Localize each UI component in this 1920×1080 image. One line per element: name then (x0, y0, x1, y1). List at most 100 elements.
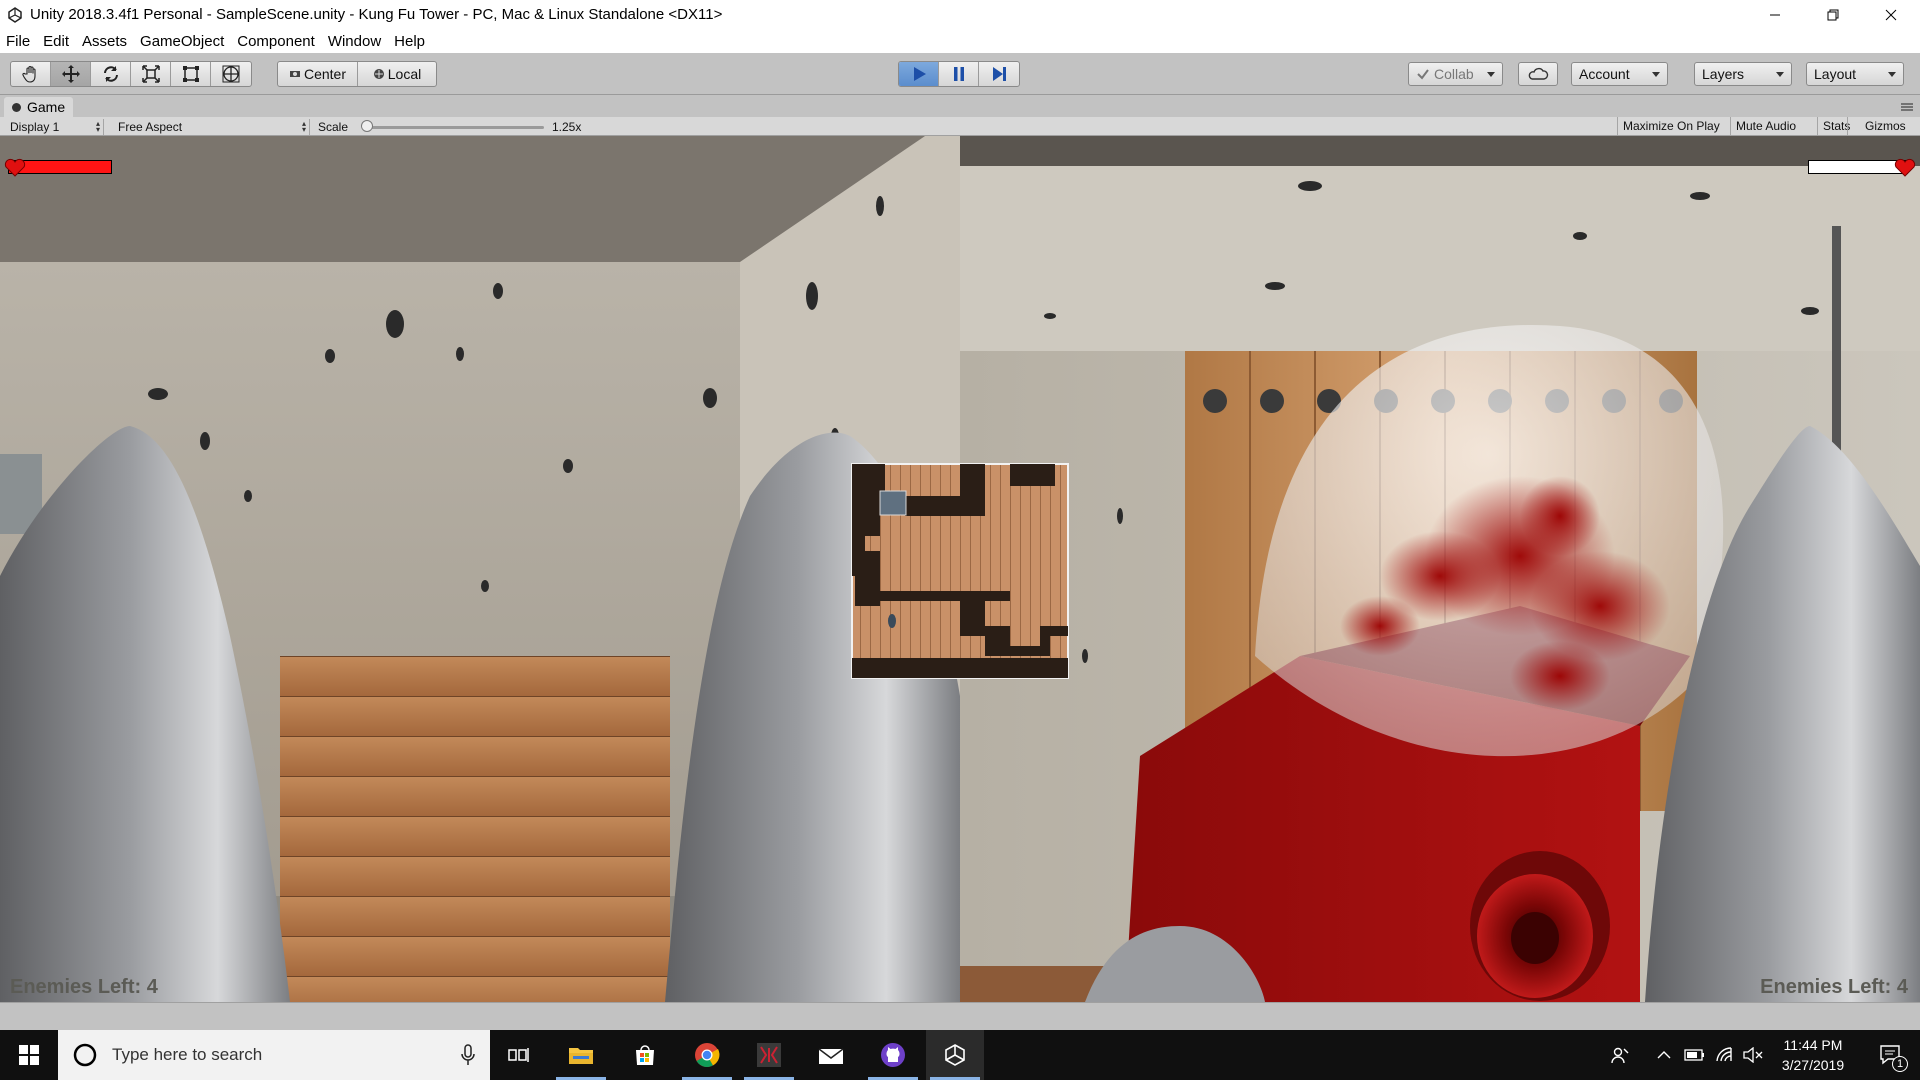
people-icon[interactable] (1605, 1030, 1635, 1080)
battery-icon[interactable] (1682, 1030, 1708, 1080)
game-tab-bar: Game (0, 96, 1920, 117)
notification-count: 1 (1892, 1056, 1908, 1072)
game-viewport[interactable]: Enemies Left: 4 Enemies Left: 4 (0, 136, 1920, 1002)
menu-help[interactable]: Help (394, 33, 425, 50)
menu-assets[interactable]: Assets (82, 33, 127, 50)
scale-slider-thumb[interactable] (361, 120, 374, 132)
scale-tool-icon[interactable] (131, 62, 171, 86)
chevron-down-icon (1652, 72, 1660, 77)
pivot-center-label: Center (303, 66, 347, 82)
hand-tool-icon[interactable] (11, 62, 51, 86)
scale-label: Scale (318, 120, 349, 134)
account-label: Account (1579, 66, 1630, 82)
windows-start-icon[interactable] (0, 1030, 58, 1080)
chevron-down-icon (1888, 72, 1896, 77)
restore-icon[interactable] (1804, 0, 1862, 29)
cloud-button[interactable] (1518, 62, 1558, 86)
step-icon (993, 67, 1006, 81)
status-bar (0, 1002, 1920, 1030)
layout-dropdown[interactable]: Layout (1806, 62, 1904, 86)
chevron-down-icon (1487, 72, 1495, 77)
microphone-icon[interactable] (460, 1044, 476, 1066)
layers-label: Layers (1702, 66, 1745, 82)
playback-controls (898, 61, 1020, 87)
account-dropdown[interactable]: Account (1571, 62, 1668, 86)
game-view-controls: Display 1 ▴ ▾ Free Aspect ▴ ▾ Scale 1.25x … (0, 117, 1920, 136)
main-toolbar: Center Local Collab Account Layers Layou… (0, 53, 1920, 95)
rotate-tool-icon[interactable] (91, 62, 131, 86)
file-explorer-icon[interactable] (552, 1030, 610, 1080)
close-icon[interactable] (1862, 0, 1920, 29)
play-icon (913, 67, 926, 81)
mute-audio-label: Mute Audio (1736, 119, 1797, 133)
minimap-player-marker (879, 490, 907, 516)
enemies-left-label-left: Enemies Left: 4 (10, 976, 158, 998)
select-arrows-icon: ▴ ▾ (95, 119, 100, 134)
maximize-on-play-button[interactable]: Maximize On Play (1617, 117, 1725, 135)
chrome-icon[interactable] (678, 1030, 736, 1080)
tab-menu-icon[interactable] (1900, 100, 1914, 112)
pivot-local-button[interactable]: Local (358, 62, 436, 86)
enemy-camera (1470, 851, 1610, 1001)
unity-icon[interactable] (926, 1030, 984, 1080)
github-icon[interactable] (864, 1030, 922, 1080)
menu-file[interactable]: File (6, 33, 30, 50)
heart-icon (1894, 158, 1916, 177)
display-select[interactable]: Display 1 ▴ ▾ (4, 119, 104, 135)
notification-icon[interactable]: 1 (1868, 1030, 1914, 1080)
menu-gameobject[interactable]: GameObject (140, 33, 224, 50)
app-icon[interactable] (740, 1030, 798, 1080)
search-box[interactable]: Type here to search (58, 1030, 490, 1080)
check-icon (1417, 69, 1429, 80)
cloud-icon (1528, 67, 1549, 80)
heart-icon (4, 158, 26, 177)
gizmos-button[interactable]: Gizmos (1847, 117, 1920, 135)
chevron-down-icon (1776, 72, 1784, 77)
taskbar: Type here to search 11:44 PM 3/27/2019 1 (0, 1030, 1920, 1080)
layers-dropdown[interactable]: Layers (1694, 62, 1792, 86)
move-tool-icon[interactable] (51, 62, 91, 86)
display-select-label: Display 1 (10, 120, 60, 134)
search-placeholder: Type here to search (112, 1045, 263, 1064)
game-tab-icon (12, 102, 21, 112)
mute-audio-button[interactable]: Mute Audio (1730, 117, 1801, 135)
clock-date: 3/27/2019 (1781, 1057, 1845, 1073)
minimize-icon[interactable] (1746, 0, 1804, 29)
scale-value: 1.25x (552, 120, 582, 134)
enemies-left-label-right: Enemies Left: 4 (1760, 976, 1908, 998)
play-button[interactable] (899, 62, 939, 86)
wifi-icon[interactable] (1712, 1030, 1738, 1080)
tab-game[interactable]: Game (4, 97, 74, 117)
mail-icon[interactable] (802, 1030, 860, 1080)
window-title: Unity 2018.3.4f1 Personal - SampleScene.… (30, 6, 723, 23)
pause-icon (953, 67, 964, 81)
title-bar: Unity 2018.3.4f1 Personal - SampleScene.… (0, 0, 1920, 29)
menu-bar: File Edit Assets GameObject Component Wi… (0, 29, 1920, 53)
step-button[interactable] (979, 62, 1019, 86)
store-icon[interactable] (616, 1030, 674, 1080)
tab-game-label: Game (27, 99, 66, 115)
pivot-icon (289, 71, 300, 77)
transform-tools (10, 61, 252, 87)
aspect-select[interactable]: Free Aspect ▴ ▾ (110, 119, 310, 135)
clock[interactable]: 11:44 PM 3/27/2019 (1758, 1030, 1868, 1080)
layout-label: Layout (1814, 66, 1857, 82)
collab-label: Collab (1434, 66, 1474, 82)
menu-component[interactable]: Component (237, 33, 315, 50)
player-health-bar (4, 158, 112, 177)
pivot-tools: Center Local (277, 61, 437, 87)
transform-tool-icon[interactable] (211, 62, 251, 86)
chevron-up-icon[interactable] (1652, 1030, 1676, 1080)
collab-dropdown[interactable]: Collab (1408, 62, 1503, 86)
menu-edit[interactable]: Edit (43, 33, 69, 50)
menu-window[interactable]: Window (328, 33, 381, 50)
pause-button[interactable] (939, 62, 979, 86)
pivot-center-button[interactable]: Center (278, 62, 358, 86)
task-view-icon[interactable] (490, 1030, 548, 1080)
scale-slider-track[interactable] (362, 126, 544, 129)
minimap (851, 463, 1069, 679)
aspect-select-label: Free Aspect (118, 120, 183, 134)
unity-logo-icon (0, 0, 30, 29)
maximize-on-play-label: Maximize On Play (1623, 119, 1720, 133)
rect-tool-icon[interactable] (171, 62, 211, 86)
